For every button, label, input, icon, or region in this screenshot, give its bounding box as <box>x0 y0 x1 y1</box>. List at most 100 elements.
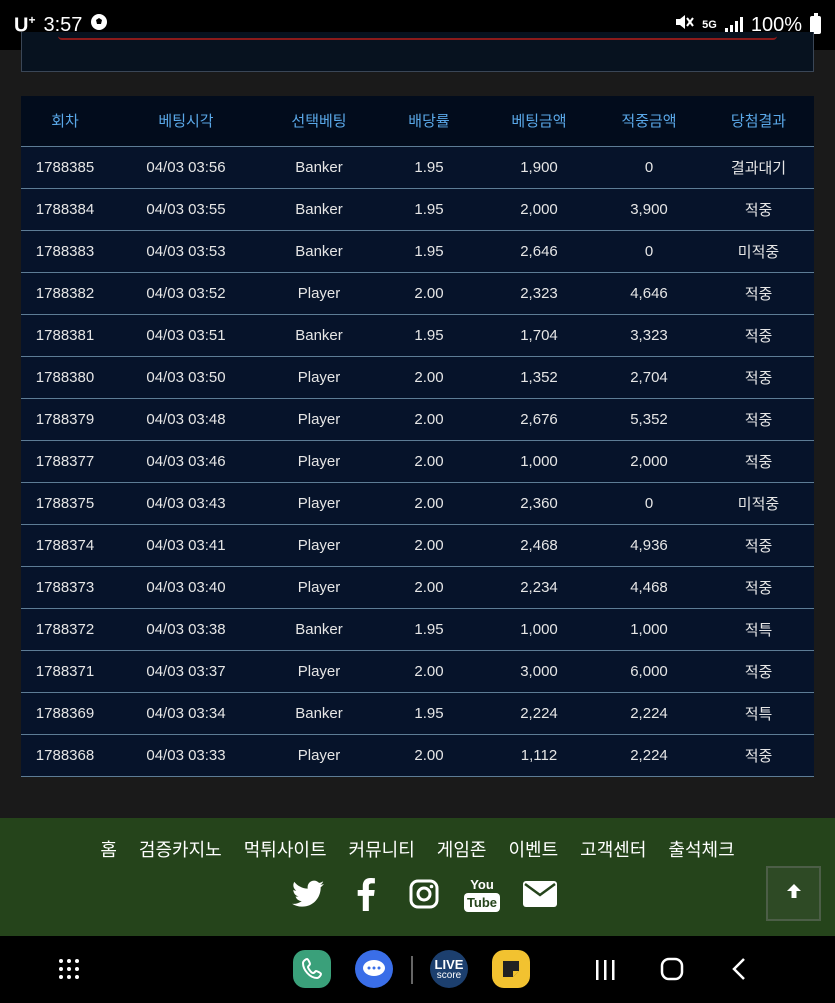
header-pick: 선택베팅 <box>263 96 375 146</box>
table-row: 1788382 04/03 03:52 Player 2.00 2,323 4,646 적중 <box>21 271 814 314</box>
table-row: 1788375 04/03 03:43 Player 2.00 2,360 0 미적중 <box>21 481 814 524</box>
cell-bet-time: 04/03 03:56 <box>109 145 263 188</box>
table-row: 1788377 04/03 03:46 Player 2.00 1,000 2,000 적중 <box>21 439 814 482</box>
cell-win-amount: 2,224 <box>595 733 703 777</box>
cell-round: 1788369 <box>21 691 109 734</box>
footer: 홈 검증카지노 먹튀사이트 커뮤니티 게임존 이벤트 고객센터 출석체크 You… <box>0 818 835 936</box>
cell-round: 1788384 <box>21 187 109 230</box>
cell-round: 1788375 <box>21 481 109 524</box>
cell-round: 1788372 <box>21 607 109 650</box>
cell-odds: 2.00 <box>375 565 483 608</box>
cell-odds: 1.95 <box>375 691 483 734</box>
table-header-row: 회차 베팅시각 선택베팅 배당률 베팅금액 적중금액 당첨결과 <box>21 96 814 146</box>
cell-pick: Player <box>263 439 375 482</box>
cell-pick: Banker <box>263 187 375 230</box>
cell-result: 적중 <box>703 313 814 356</box>
signal-icon <box>724 17 743 33</box>
cell-round: 1788368 <box>21 733 109 777</box>
cell-bet-time: 04/03 03:33 <box>109 733 263 777</box>
cell-odds: 1.95 <box>375 607 483 650</box>
messages-icon[interactable] <box>355 950 393 988</box>
network-5g-icon: 5G <box>702 19 717 31</box>
table-row: 1788385 04/03 03:56 Banker 1.95 1,900 0 결과대기 <box>21 145 814 188</box>
recent-apps-icon[interactable] <box>594 958 616 987</box>
cell-result: 결과대기 <box>703 145 814 188</box>
footer-link-verified-casino[interactable]: 검증카지노 <box>139 836 222 862</box>
cell-result: 적중 <box>703 649 814 692</box>
cell-bet-time: 04/03 03:52 <box>109 271 263 314</box>
cell-bet-time: 04/03 03:53 <box>109 229 263 272</box>
header-round: 회차 <box>21 96 109 146</box>
footer-link-community[interactable]: 커뮤니티 <box>349 836 415 862</box>
header-win-amount: 적중금액 <box>595 96 703 146</box>
cell-odds: 1.95 <box>375 313 483 356</box>
cell-bet-time: 04/03 03:51 <box>109 313 263 356</box>
footer-link-home[interactable]: 홈 <box>100 836 117 862</box>
footer-link-attendance[interactable]: 출석체크 <box>668 836 734 862</box>
cell-odds: 1.95 <box>375 145 483 188</box>
cell-bet-time: 04/03 03:40 <box>109 565 263 608</box>
mail-icon[interactable] <box>522 876 558 912</box>
top-panel <box>21 32 814 72</box>
twitter-icon[interactable] <box>290 876 326 912</box>
app-drawer-icon[interactable] <box>58 958 80 985</box>
cell-odds: 1.95 <box>375 187 483 230</box>
cell-pick: Player <box>263 649 375 692</box>
cell-win-amount: 0 <box>595 145 703 188</box>
cell-win-amount: 3,323 <box>595 313 703 356</box>
footer-link-support[interactable]: 고객센터 <box>580 836 646 862</box>
cell-pick: Banker <box>263 313 375 356</box>
cell-result: 적중 <box>703 355 814 398</box>
cell-bet-amount: 1,112 <box>483 733 595 777</box>
cell-win-amount: 4,646 <box>595 271 703 314</box>
cell-win-amount: 1,000 <box>595 607 703 650</box>
youtube-icon[interactable]: You Tube <box>464 876 500 912</box>
cell-bet-time: 04/03 03:46 <box>109 439 263 482</box>
cell-bet-amount: 2,468 <box>483 523 595 566</box>
cell-odds: 2.00 <box>375 397 483 440</box>
cell-bet-amount: 3,000 <box>483 649 595 692</box>
cell-bet-amount: 2,360 <box>483 481 595 524</box>
android-nav-bar: LIVE score <box>0 936 835 1003</box>
cell-result: 적중 <box>703 187 814 230</box>
footer-link-scam-sites[interactable]: 먹튀사이트 <box>244 836 327 862</box>
footer-link-game-zone[interactable]: 게임존 <box>437 836 487 862</box>
table-row: 1788368 04/03 03:33 Player 2.00 1,112 2,224 적중 <box>21 733 814 777</box>
cell-pick: Player <box>263 271 375 314</box>
table-row: 1788381 04/03 03:51 Banker 1.95 1,704 3,323 적중 <box>21 313 814 356</box>
cell-win-amount: 3,900 <box>595 187 703 230</box>
cell-result: 적중 <box>703 565 814 608</box>
livescore-icon[interactable]: LIVE score <box>430 950 468 988</box>
cell-result: 적중 <box>703 439 814 482</box>
cell-bet-amount: 2,323 <box>483 271 595 314</box>
cell-win-amount: 4,468 <box>595 565 703 608</box>
cell-odds: 2.00 <box>375 733 483 777</box>
cell-round: 1788382 <box>21 271 109 314</box>
cell-pick: Player <box>263 397 375 440</box>
cell-round: 1788379 <box>21 397 109 440</box>
cell-odds: 2.00 <box>375 649 483 692</box>
cell-pick: Banker <box>263 229 375 272</box>
home-icon[interactable] <box>660 957 684 986</box>
footer-link-events[interactable]: 이벤트 <box>508 836 558 862</box>
cell-win-amount: 2,000 <box>595 439 703 482</box>
cell-win-amount: 0 <box>595 229 703 272</box>
bet-history-table: 회차 베팅시각 선택베팅 배당률 베팅금액 적중금액 당첨결과 1788385 0… <box>21 96 814 777</box>
table-row: 1788383 04/03 03:53 Banker 1.95 2,646 0 미적중 <box>21 229 814 272</box>
cell-bet-amount: 2,224 <box>483 691 595 734</box>
table-row: 1788374 04/03 03:41 Player 2.00 2,468 4,936 적중 <box>21 523 814 566</box>
cell-round: 1788377 <box>21 439 109 482</box>
social-links: You Tube <box>290 876 558 912</box>
cell-win-amount: 4,936 <box>595 523 703 566</box>
cell-round: 1788381 <box>21 313 109 356</box>
footer-nav: 홈 검증카지노 먹튀사이트 커뮤니티 게임존 이벤트 고객센터 출석체크 <box>0 836 835 862</box>
back-icon[interactable] <box>730 957 748 986</box>
notes-icon[interactable] <box>492 950 530 988</box>
phone-icon[interactable] <box>293 950 331 988</box>
instagram-icon[interactable] <box>406 876 442 912</box>
cell-round: 1788374 <box>21 523 109 566</box>
cell-odds: 2.00 <box>375 355 483 398</box>
facebook-icon[interactable] <box>348 876 384 912</box>
scroll-top-button[interactable] <box>766 866 821 921</box>
cell-bet-time: 04/03 03:50 <box>109 355 263 398</box>
